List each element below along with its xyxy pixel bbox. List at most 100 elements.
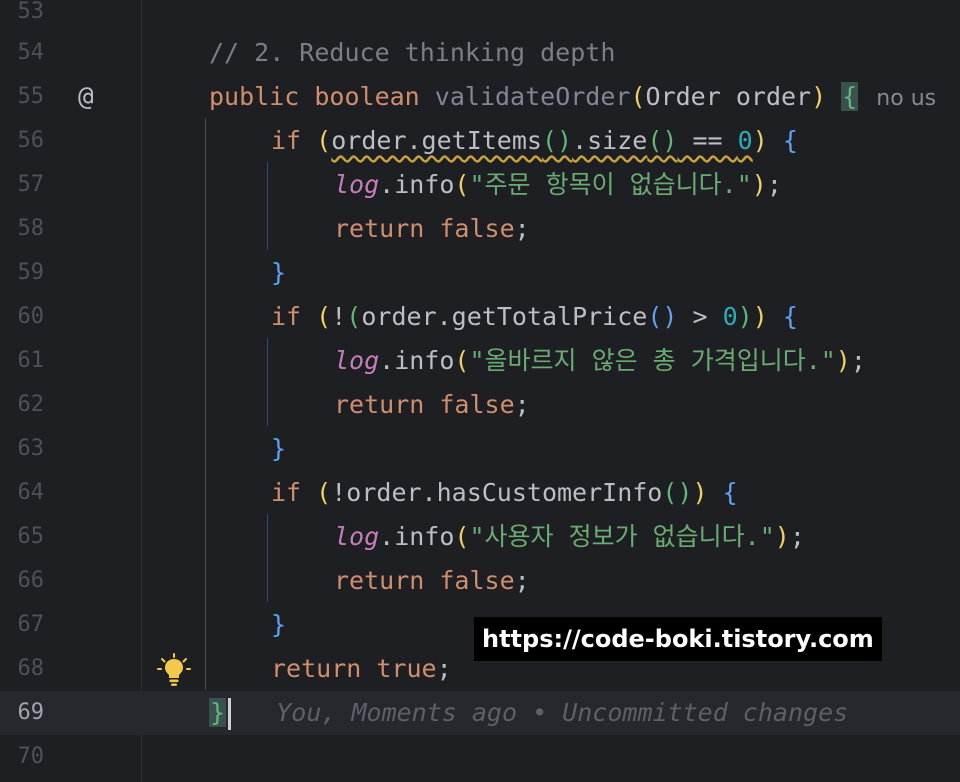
keyword: false: [439, 566, 515, 595]
line-number[interactable]: 54: [0, 31, 45, 75]
code-text: public boolean validateOrder(Order order…: [209, 75, 936, 119]
code-text: return false;: [334, 383, 530, 427]
line-number[interactable]: 58: [0, 207, 45, 251]
keyword: if: [271, 302, 302, 331]
paren: (: [346, 302, 362, 331]
paren: (: [316, 302, 332, 331]
code-line-54[interactable]: 54 // 2. Reduce thinking depth: [0, 31, 960, 75]
code-line-59[interactable]: 59 }: [0, 251, 960, 295]
code-line-65[interactable]: 65 log.info("사용자 정보가 없습니다.");: [0, 515, 960, 559]
code-line-63[interactable]: 63 }: [0, 427, 960, 471]
paren: ): [752, 126, 768, 155]
code-line-53[interactable]: 53: [0, 0, 960, 34]
keyword: return: [334, 390, 425, 419]
paren: ): [692, 478, 708, 507]
keyword: boolean: [314, 82, 420, 111]
paren: (): [647, 302, 678, 331]
line-number[interactable]: 63: [0, 427, 45, 471]
current-line-number[interactable]: 69: [0, 691, 45, 735]
expression: !order.hasCustomerInfo: [331, 478, 663, 507]
code-line-55[interactable]: 55 @ public boolean validateOrder(Order …: [0, 75, 960, 119]
git-blame-annotation[interactable]: You, Moments ago • Uncommitted changes: [276, 698, 848, 727]
semicolon: ;: [766, 170, 782, 199]
inlay-hint[interactable]: no us: [876, 86, 936, 111]
method-name: validateOrder: [434, 82, 631, 111]
line-number[interactable]: 56: [0, 119, 45, 163]
parameter: Order order: [645, 82, 812, 111]
code-line-58[interactable]: 58 return false;: [0, 207, 960, 251]
line-number[interactable]: 68: [0, 647, 45, 691]
paren: ): [774, 522, 790, 551]
code-line-64[interactable]: 64 if (!order.hasCustomerInfo()) {: [0, 471, 960, 515]
code-line-70[interactable]: 70: [0, 735, 960, 779]
paren: (): [662, 478, 693, 507]
code-text: return false;: [334, 207, 530, 251]
line-number[interactable]: 55: [0, 75, 45, 119]
line-number[interactable]: 65: [0, 515, 45, 559]
line-number[interactable]: 61: [0, 339, 45, 383]
method-call: .info: [379, 522, 455, 551]
line-number[interactable]: 62: [0, 383, 45, 427]
keyword: return: [334, 214, 425, 243]
string-literal: "사용자 정보가 없습니다.": [469, 522, 775, 551]
keyword: false: [439, 390, 515, 419]
keyword: return: [271, 654, 362, 683]
code-text: // 2. Reduce thinking depth: [209, 31, 615, 75]
code-line-62[interactable]: 62 return false;: [0, 383, 960, 427]
string-literal: "주문 항목이 없습니다.": [469, 170, 752, 199]
line-number[interactable]: 60: [0, 295, 45, 339]
code-text: log.info("주문 항목이 없습니다.");: [334, 163, 782, 207]
code-line-56[interactable]: 56 if (order.getItems().size() == 0) {: [0, 119, 960, 163]
paren: (: [454, 346, 470, 375]
code-text: return true;: [271, 647, 452, 691]
line-number[interactable]: 53: [0, 0, 45, 34]
code-text: } You, Moments ago • Uncommitted changes: [209, 691, 848, 735]
line-number[interactable]: 59: [0, 251, 45, 295]
paren: (: [316, 478, 332, 507]
field: log: [334, 170, 380, 199]
code-text: }: [271, 427, 286, 471]
code-line-66[interactable]: 66 return false;: [0, 559, 960, 603]
lightbulb-icon[interactable]: [156, 653, 192, 687]
code-line-61[interactable]: 61 log.info("올바르지 않은 총 가격입니다.");: [0, 339, 960, 383]
code-line-69[interactable]: 69 } You, Moments ago • Uncommitted chan…: [0, 691, 960, 735]
semicolon: ;: [514, 566, 530, 595]
code-text: if (!order.hasCustomerInfo()) {: [271, 471, 738, 515]
brace: {: [782, 302, 798, 331]
brace: }: [271, 434, 287, 463]
line-number[interactable]: 64: [0, 471, 45, 515]
code-text: }: [271, 603, 286, 647]
operator: !: [331, 302, 347, 331]
code-editor[interactable]: 53 54 // 2. Reduce thinking depth 55 @ p…: [0, 0, 960, 782]
line-number[interactable]: 66: [0, 559, 45, 603]
field: log: [334, 522, 380, 551]
semicolon: ;: [850, 346, 866, 375]
string-literal: "올바르지 않은 총 가격입니다.": [469, 346, 836, 375]
brace: {: [722, 478, 738, 507]
semicolon: ;: [436, 654, 452, 683]
method-call: .info: [379, 346, 455, 375]
operator: >: [677, 302, 723, 331]
code-line-57[interactable]: 57 log.info("주문 항목이 없습니다.");: [0, 163, 960, 207]
keyword: false: [439, 214, 515, 243]
brace: {: [782, 126, 798, 155]
code-line-60[interactable]: 60 if (!(order.getTotalPrice() > 0)) {: [0, 295, 960, 339]
line-number[interactable]: 57: [0, 163, 45, 207]
comment: // 2. Reduce thinking depth: [209, 38, 616, 67]
brace: }: [271, 610, 287, 639]
paren: (: [454, 170, 470, 199]
brace: }: [271, 258, 287, 287]
line-number[interactable]: 67: [0, 603, 45, 647]
paren: ): [811, 82, 827, 111]
line-number[interactable]: 70: [0, 735, 45, 779]
keyword: true: [376, 654, 437, 683]
code-text: }: [271, 251, 286, 295]
paren: ): [752, 302, 768, 331]
warning-highlight[interactable]: order.getItems().size() == 0: [331, 126, 752, 155]
code-text: return false;: [334, 559, 530, 603]
paren: (: [630, 82, 646, 111]
paren: (: [316, 126, 332, 155]
text-caret: [228, 698, 232, 730]
override-marker-icon[interactable]: @: [78, 75, 94, 119]
keyword: if: [271, 126, 302, 155]
